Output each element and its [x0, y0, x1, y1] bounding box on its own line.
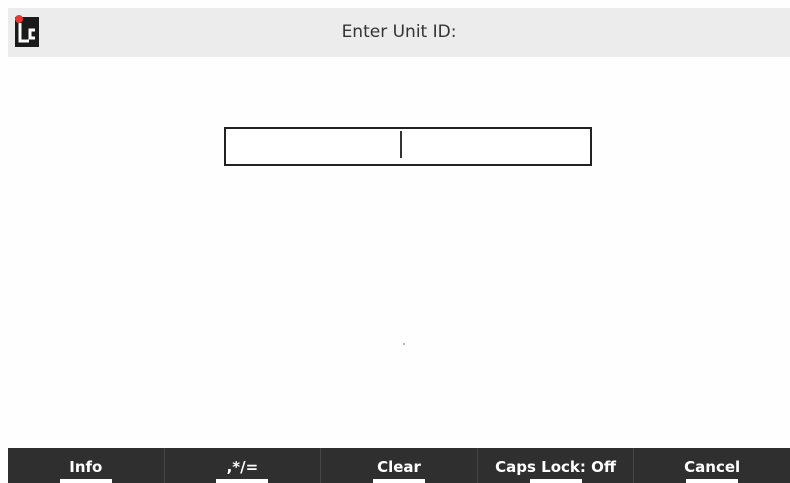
caps-lock-button-label: Caps Lock: Off [495, 458, 617, 476]
cancel-button-label: Cancel [684, 458, 741, 476]
softkey-indicator [686, 479, 739, 483]
softkey-indicator [372, 479, 425, 483]
softkey-indicator [529, 479, 582, 483]
clear-button-label: Clear [377, 458, 421, 476]
unit-id-screen: Enter Unit ID: Info ,*/= Clear Caps Lock… [0, 0, 790, 483]
page-title: Enter Unit ID: [341, 22, 457, 42]
info-button-label: Info [69, 458, 103, 476]
cancel-button[interactable]: Cancel [634, 448, 790, 483]
clear-button[interactable]: Clear [321, 448, 478, 483]
caps-lock-button[interactable]: Caps Lock: Off [478, 448, 635, 483]
title-bar: Enter Unit ID: [8, 8, 790, 57]
text-cursor [400, 131, 402, 158]
softkey-indicator [216, 479, 269, 483]
softkey-indicator [59, 479, 112, 483]
softkey-bar: Info ,*/= Clear Caps Lock: Off Cancel [8, 448, 790, 483]
symbols-button-label: ,*/= [226, 458, 259, 476]
stray-dot [403, 343, 405, 345]
symbols-button[interactable]: ,*/= [165, 448, 322, 483]
unit-id-input[interactable] [224, 127, 592, 166]
info-button[interactable]: Info [8, 448, 165, 483]
